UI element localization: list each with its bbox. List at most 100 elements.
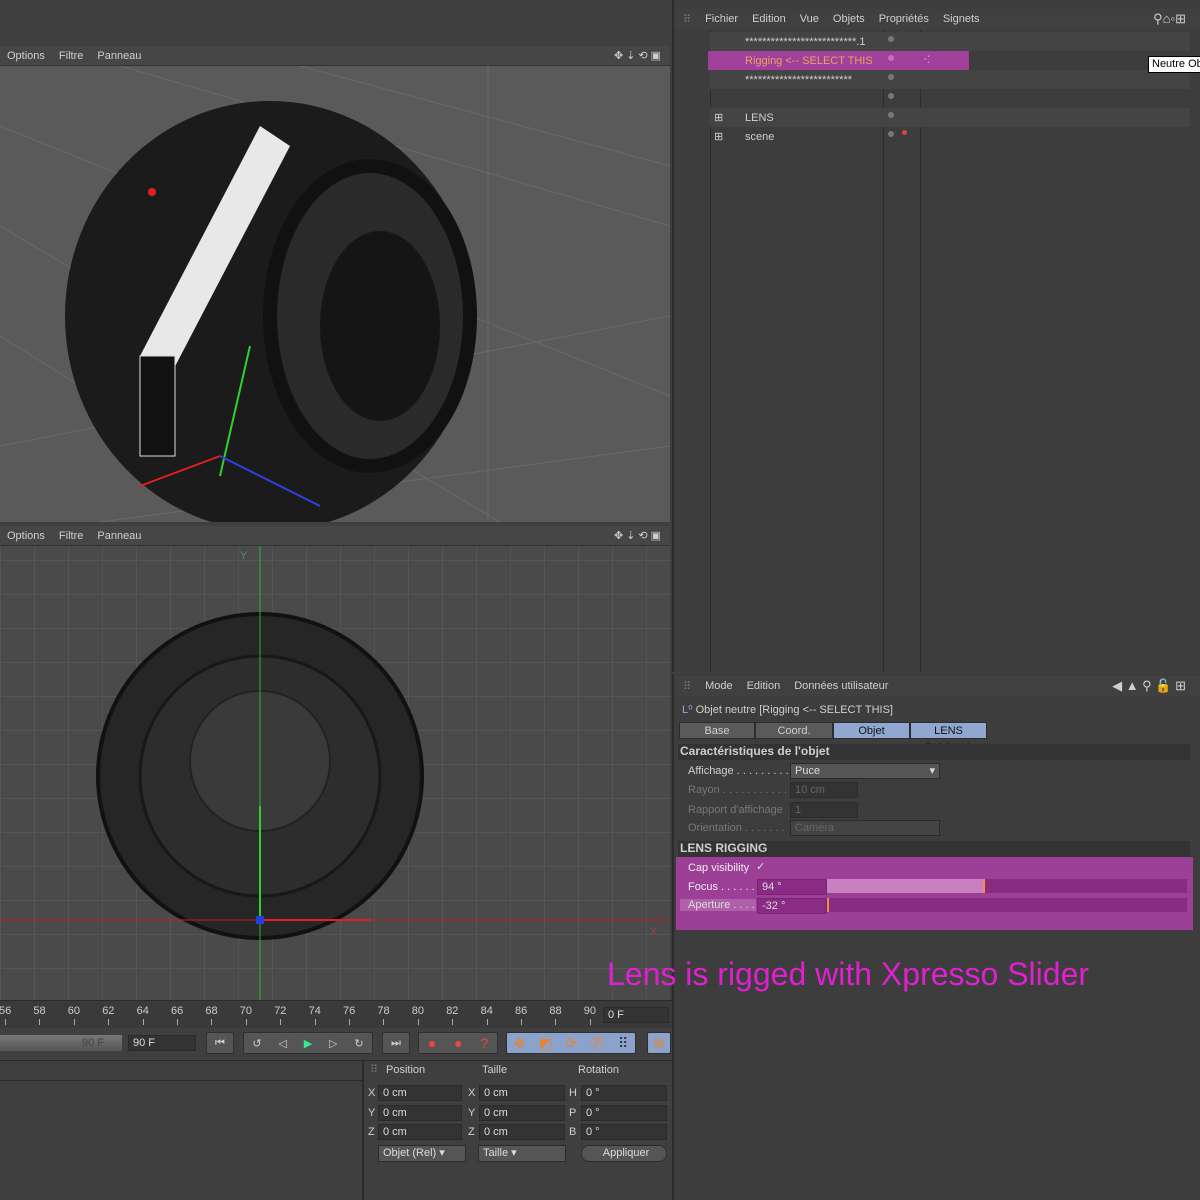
timeline-tick (73, 1019, 75, 1025)
coord-mode-dropdown[interactable]: Objet (Rel) ▾ (378, 1145, 466, 1162)
object-row[interactable] (710, 89, 1190, 108)
tab-base[interactable]: Base (679, 722, 755, 739)
nav-icons[interactable]: ◀ ▲ ⚲ 🔓 ⊞ (1112, 678, 1200, 694)
autokey-icon: ● (454, 1035, 463, 1051)
timeline-ruler[interactable] (0, 1000, 672, 1028)
axis-label: Z (468, 1126, 475, 1138)
coord-field-rot[interactable]: 0 ° (581, 1104, 667, 1121)
object-row[interactable]: ************************* (710, 70, 1190, 89)
scale-icon: ◩ (538, 1034, 553, 1051)
cap-visibility-checkbox[interactable]: ✓ (756, 860, 765, 873)
xpresso-tag-icon[interactable]: ⠪ (923, 54, 931, 67)
perspective-viewport[interactable] (0, 46, 670, 522)
timeline-tick (39, 1019, 41, 1025)
grip-icon: ⠿ (370, 1064, 379, 1076)
size-header: Taille (482, 1064, 508, 1076)
menu-signets[interactable]: Signets (943, 13, 980, 25)
orientation-dropdown[interactable]: Caméra (790, 820, 940, 836)
timeline-tick (142, 1019, 144, 1025)
coord-field-size[interactable]: 0 cm (479, 1104, 565, 1121)
menu-fichier[interactable]: Fichier (705, 13, 738, 25)
timeline-tick (245, 1019, 247, 1025)
menu-edition[interactable]: Edition (747, 680, 781, 692)
lens-render (0, 66, 670, 522)
aperture-slider[interactable] (827, 898, 1187, 912)
end-frame-slider[interactable]: 90 F (0, 1035, 122, 1051)
grip-icon: ⠿ (683, 680, 692, 693)
axis-label: X (468, 1087, 476, 1099)
move-icon: ✥ (513, 1034, 526, 1051)
film-icon[interactable]: ▤ (647, 1032, 671, 1054)
step-back-icon[interactable]: ◁ (278, 1037, 286, 1050)
menu-mode[interactable]: Mode (705, 680, 733, 692)
key-type-controls[interactable]: ✥ ◩ ⟳ Ⓟ ⠿ (506, 1032, 636, 1054)
menu-filtre[interactable]: Filtre (59, 530, 83, 542)
aperture-field[interactable]: -32 ° (757, 898, 827, 914)
tab-lens-rigging[interactable]: LENS RIGGING (910, 722, 987, 754)
viewport-nav-icons[interactable]: ✥⇣⟲▣ (614, 529, 670, 542)
menu-panneau[interactable]: Panneau (97, 530, 141, 542)
play-icon[interactable]: ▶ (304, 1037, 312, 1050)
axis-label: X (368, 1087, 376, 1099)
front-viewport[interactable]: Y X (0, 526, 670, 1000)
object-row-scene[interactable]: ⊞ scene (710, 127, 1190, 146)
expand-icon[interactable]: ⊞ (714, 130, 723, 143)
timeline-tick (417, 1019, 419, 1025)
playback-controls[interactable]: ↺ ◁ ▶ ▷ ↻ (243, 1032, 373, 1054)
step-forward-icon[interactable]: ▷ (329, 1037, 337, 1050)
timeline-tick (452, 1019, 454, 1025)
end-frame-field[interactable]: 90 F (128, 1035, 196, 1051)
tab-coord[interactable]: Coord. (755, 722, 833, 739)
timeline-tick-label: 58 (33, 1005, 46, 1017)
viewport-nav-icons[interactable]: ✥⇣⟲▣ (614, 49, 670, 62)
object-row[interactable]: **************************.1 (710, 32, 1190, 51)
expand-icon[interactable]: ⊞ (714, 111, 723, 124)
menu-vue[interactable]: Vue (800, 13, 819, 25)
timeline-tick-label: 62 (102, 1005, 115, 1017)
menu-options[interactable]: Options (7, 530, 45, 542)
menu-options[interactable]: Options (7, 50, 45, 62)
loop-icon[interactable]: ↻ (354, 1037, 363, 1050)
aperture-slider-fill (827, 898, 829, 912)
keyframe-controls[interactable]: ● ●? (418, 1032, 498, 1054)
object-row-lens[interactable]: ⊞ LENS (710, 108, 1190, 127)
menu-panneau[interactable]: Panneau (97, 50, 141, 62)
coord-field-pos[interactable]: 0 cm (378, 1124, 462, 1140)
coord-field-pos[interactable]: 0 cm (378, 1104, 462, 1121)
go-end-button[interactable]: ⏭ (382, 1032, 410, 1054)
rayon-label: Rayon . . . . . . . . . . . . (688, 784, 794, 796)
rapport-field[interactable]: 1 (790, 802, 858, 818)
loop-back-icon[interactable]: ↺ (252, 1037, 261, 1050)
menu-objets[interactable]: Objets (833, 13, 865, 25)
coord-field-size[interactable]: 0 cm (479, 1085, 565, 1101)
affichage-dropdown[interactable]: Puce ▾ (790, 763, 940, 779)
apply-button[interactable]: Appliquer (581, 1145, 667, 1162)
timeline-tick-label: 76 (343, 1005, 356, 1017)
timeline-tick-label: 84 (480, 1005, 493, 1017)
coord-field-rot[interactable]: 0 ° (581, 1124, 667, 1140)
menu-edition[interactable]: Edition (752, 13, 786, 25)
focus-field[interactable]: 94 ° (757, 879, 827, 895)
axis-label: P (569, 1106, 577, 1119)
search-home-icons[interactable]: ⚲⌂◦⊞ (1153, 11, 1200, 27)
timeline-tick-label: 66 (171, 1005, 184, 1017)
rotate-icon: ⟳ (565, 1034, 578, 1051)
coord-field-size[interactable]: 0 cm (479, 1124, 565, 1140)
axis-label: Z (368, 1126, 375, 1138)
focus-slider[interactable] (827, 879, 1187, 893)
coord-field-pos[interactable]: 0 cm (378, 1085, 462, 1101)
menu-proprietes[interactable]: Propriétés (879, 13, 929, 25)
timeline-tick (280, 1019, 282, 1025)
coord-field-rot[interactable]: 0 ° (581, 1085, 667, 1101)
current-frame-field[interactable]: 0 F (603, 1007, 669, 1023)
object-row-rigging[interactable]: Rigging <-- SELECT THIS ⠪ (708, 51, 969, 70)
lens-rigging-highlight (676, 857, 1193, 930)
tab-objet[interactable]: Objet (833, 722, 910, 739)
rayon-field[interactable]: 10 cm (790, 782, 858, 798)
size-mode-dropdown[interactable]: Taille ▾ (478, 1145, 566, 1162)
section-header: Caractéristiques de l'objet (678, 744, 1190, 760)
go-start-button[interactable]: ⏮ (206, 1032, 234, 1054)
menu-donnees[interactable]: Données utilisateur (794, 680, 888, 692)
menu-filtre[interactable]: Filtre (59, 50, 83, 62)
focus-label: Focus . . . . . . (688, 881, 755, 893)
